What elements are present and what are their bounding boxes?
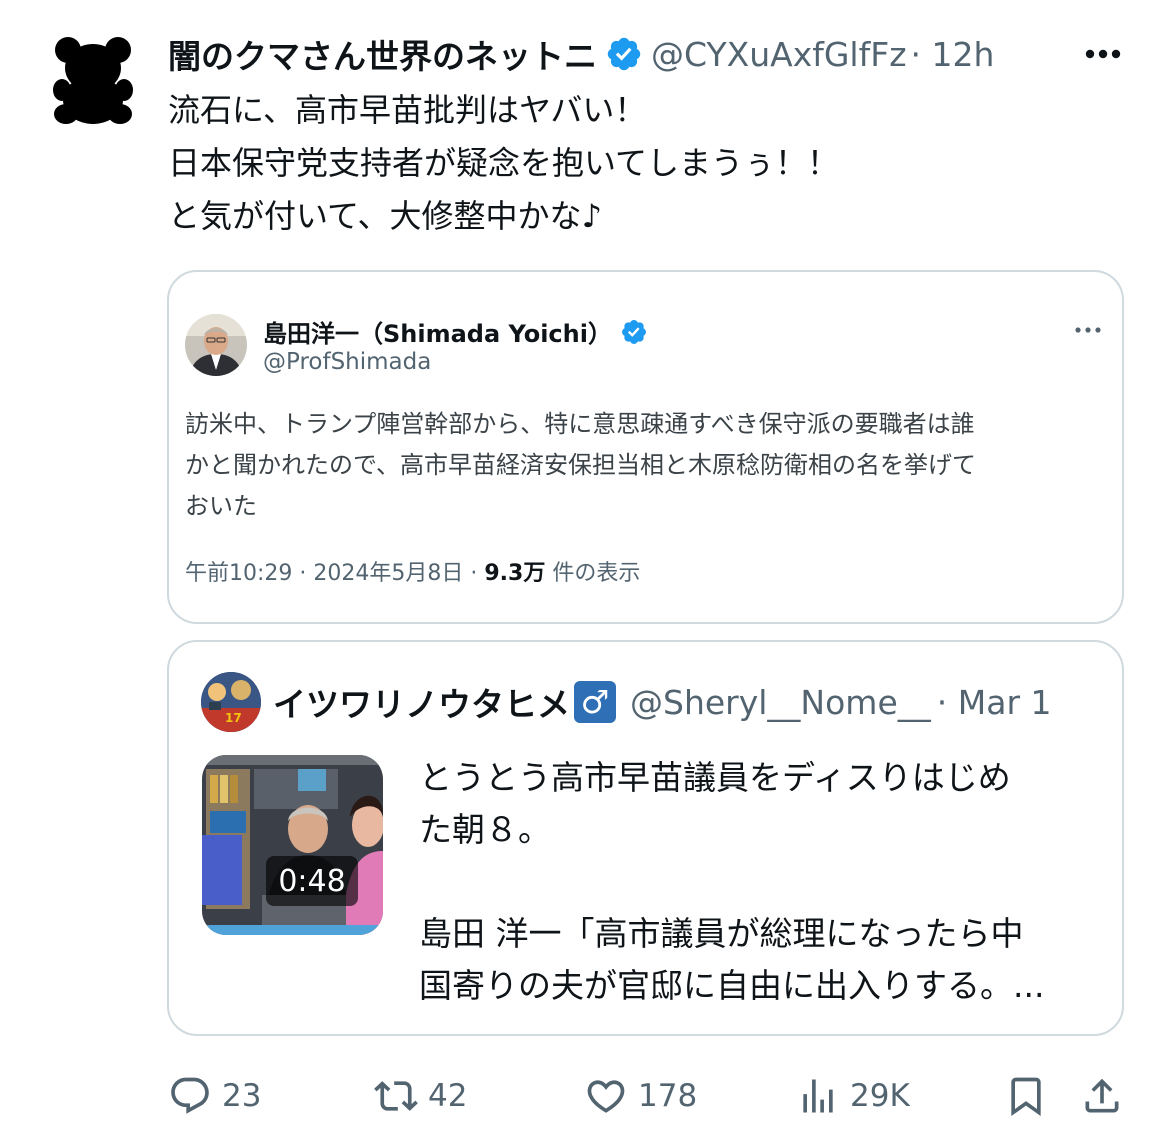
views-button[interactable]: 29K <box>796 1068 910 1124</box>
verified-badge-icon <box>622 319 646 344</box>
quoted-post-card[interactable]: 17 イツワリノウタヒメ ♂ @Sheryl__Nome__ · Mar 1 0… <box>167 640 1124 1036</box>
quoted-text-line: た朝８。 <box>419 810 551 849</box>
verified-badge-icon <box>607 37 641 71</box>
reply-bubble-icon <box>171 1077 209 1114</box>
quoted-text-line: かと聞かれたので、高市早苗経済安保担当相と木原稔防衛相の名を挙げて <box>185 451 977 479</box>
video-thumbnail[interactable]: 0:48 <box>202 755 383 935</box>
bookmark-icon <box>1011 1077 1041 1117</box>
quoted-post-meta: 午前10:29 · 2024年5月8日 · 9.3万 件の表示 <box>185 555 640 587</box>
post-text-line: と気が付いて、大修整中かな♪ <box>168 197 602 235</box>
video-duration: 0:48 <box>266 856 358 906</box>
share-button[interactable] <box>1080 1068 1124 1124</box>
quoted-post-timestamp[interactable]: 午前10:29 · 2024年5月8日 · <box>185 561 484 586</box>
quoted-views-label: 件の表示 <box>545 561 641 586</box>
quoted-text-line: おいた <box>185 492 257 520</box>
like-button[interactable]: 178 <box>584 1068 697 1124</box>
quoted-author-handle[interactable]: @ProfShimada <box>263 349 431 375</box>
more-horizontal-icon <box>1085 49 1121 59</box>
quoted-post-time[interactable]: · Mar 1 <box>937 683 1052 722</box>
quoted-author-avatar[interactable]: 17 <box>201 672 261 732</box>
quoted-post-card[interactable]: 島田洋一（Shimada Yoichi） @ProfShimada 訪米中、トラ… <box>167 270 1124 624</box>
reply-count: 23 <box>222 1078 262 1114</box>
quoted-post-text: とうとう高市早苗議員をディスりはじめ た朝８。 島田 洋一「高市議員が総理になっ… <box>419 752 1109 1012</box>
bookmark-button[interactable] <box>1004 1068 1048 1124</box>
author-avatar[interactable] <box>52 36 134 126</box>
quoted-text-line: 訪米中、トランプ陣営幹部から、特に意思疎通すべき保守派の要職者は誰 <box>185 410 975 438</box>
quoted-text-line: とうとう高市早苗議員をディスりはじめ <box>419 758 1011 797</box>
more-options-button[interactable] <box>1082 38 1124 70</box>
quoted-text-line <box>419 856 1109 908</box>
quoted-author-handle[interactable]: @Sheryl__Nome__ <box>630 683 931 722</box>
post-text: 流石に、高市早苗批判はヤバい！ 日本保守党支持者が疑念を抱いてしまうぅ！！ と気… <box>168 84 1128 243</box>
quoted-post-header: イツワリノウタヒメ ♂ @Sheryl__Nome__ · Mar 1 <box>273 678 1052 726</box>
quoted-views-count: 9.3万 <box>484 561 546 586</box>
anime-avatar-icon: 17 <box>201 672 261 732</box>
views-count: 29K <box>850 1078 910 1114</box>
portrait-photo-icon <box>185 314 247 376</box>
repost-count: 42 <box>428 1078 468 1114</box>
like-count: 178 <box>638 1078 698 1114</box>
repost-button[interactable]: 42 <box>374 1068 467 1124</box>
bear-avatar-icon <box>53 37 133 124</box>
video-frame-image <box>202 755 383 935</box>
post-text-line: 流石に、高市早苗批判はヤバい！ <box>168 91 647 129</box>
quoted-post-text: 訪米中、トランプ陣営幹部から、特に意思疎通すべき保守派の要職者は誰 かと聞かれた… <box>185 404 1105 527</box>
reply-button[interactable]: 23 <box>168 1068 261 1124</box>
author-name[interactable]: 闇のクマさん世界のネットニ <box>168 30 597 78</box>
post-time[interactable]: · 12h <box>911 35 995 74</box>
svg-text:17: 17 <box>225 711 242 725</box>
heart-icon <box>587 1080 625 1113</box>
author-handle[interactable]: @CYXuAxfGlfFz <box>651 35 907 74</box>
post-text-line: 日本保守党支持者が疑念を抱いてしまうぅ！！ <box>168 144 840 182</box>
male-sign-icon: ♂ <box>574 681 616 723</box>
share-upload-icon <box>1085 1078 1119 1113</box>
more-horizontal-icon <box>1075 327 1101 333</box>
quoted-text-line: 島田 洋一「高市議員が総理になったら中 <box>419 914 1024 953</box>
quoted-author-name[interactable]: 島田洋一（Shimada Yoichi） <box>263 314 612 349</box>
repost-icon <box>374 1081 418 1111</box>
quoted-more-options-button[interactable] <box>1073 322 1103 338</box>
quoted-text-line: 国寄りの夫が官邸に自由に出入りする。... <box>419 966 1045 1005</box>
quoted-author-name[interactable]: イツワリノウタヒメ <box>273 678 570 726</box>
analytics-bars-icon <box>803 1079 833 1113</box>
quoted-author-avatar[interactable] <box>185 314 247 376</box>
quoted-author-name-row: 島田洋一（Shimada Yoichi） <box>263 314 648 349</box>
post-header: 闇のクマさん世界のネットニ @CYXuAxfGlfFz · 12h <box>168 30 994 78</box>
